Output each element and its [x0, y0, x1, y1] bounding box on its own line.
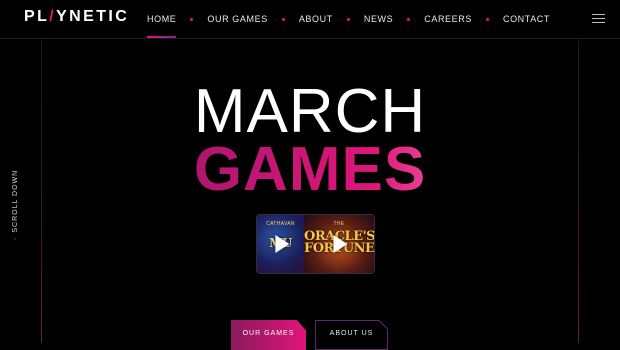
hamburger-menu-icon[interactable]: [592, 14, 605, 24]
game-thumbnail-oracles-fortune[interactable]: THE ORACLE'S FORTUNE: [304, 215, 374, 273]
nav-separator-dot: [190, 17, 194, 21]
playnetic-logo[interactable]: PL/YNETIC: [24, 8, 129, 26]
our-games-button[interactable]: OUR GAMES: [231, 320, 306, 350]
nav-item-home[interactable]: HOME: [147, 0, 177, 38]
main-nav: HOME OUR GAMES ABOUT NEWS CAREERS CONTAC…: [147, 0, 550, 38]
nav-item-contact[interactable]: CONTACT: [503, 0, 550, 38]
hero-title-line2: GAMES: [0, 138, 620, 202]
arrow-down-icon: ‹: [12, 236, 19, 240]
play-icon[interactable]: [274, 235, 289, 253]
nav-separator-dot: [281, 17, 285, 21]
game-thumbnail-mu[interactable]: CATHAVAN MU: [257, 215, 304, 273]
game-video-thumbnails: CATHAVAN MU THE ORACLE'S FORTUNE: [256, 214, 375, 274]
top-navigation-bar: PL/YNETIC HOME OUR GAMES ABOUT NEWS CARE…: [0, 0, 620, 39]
play-icon[interactable]: [333, 235, 348, 253]
nav-separator-dot: [485, 17, 489, 21]
about-us-label: ABOUT US: [329, 330, 374, 337]
nav-separator-dot: [346, 17, 350, 21]
nav-item-about[interactable]: ABOUT: [299, 0, 333, 38]
nav-item-news[interactable]: NEWS: [364, 0, 393, 38]
nav-item-our-games[interactable]: OUR GAMES: [207, 0, 267, 38]
nav-separator-dot: [407, 17, 411, 21]
about-us-button[interactable]: ABOUT US: [315, 320, 388, 350]
nav-item-careers[interactable]: CAREERS: [424, 0, 472, 38]
